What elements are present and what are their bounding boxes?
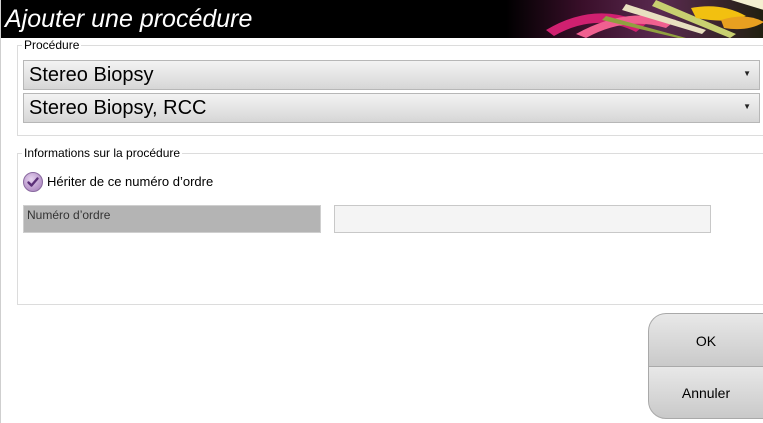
ok-button[interactable]: OK (648, 313, 763, 367)
title-bar: Ajouter une procédure (1, 0, 763, 38)
cancel-button[interactable]: Annuler (648, 366, 763, 419)
accession-number-label-box: Numéro d’ordre (23, 205, 321, 233)
view-dropdown-value: Stereo Biopsy, RCC (29, 97, 207, 119)
dropdown-arrow-icon: ▼ (743, 69, 751, 78)
accession-number-label: Numéro d’ordre (27, 208, 111, 222)
accession-number-input[interactable] (334, 205, 711, 233)
flower-banner-image (506, 0, 763, 38)
procedure-group-legend: Procédure (24, 38, 80, 52)
dropdown-arrow-icon: ▼ (743, 102, 751, 111)
procedure-info-legend: Informations sur la procédure (24, 146, 181, 160)
procedure-dropdown[interactable]: Stereo Biopsy ▼ (23, 60, 760, 90)
procedure-dropdown-value: Stereo Biopsy (29, 64, 154, 86)
dialog-title: Ajouter une procédure (5, 5, 253, 33)
inherit-accession-label: Hériter de ce numéro d’ordre (47, 174, 214, 189)
checkmark-icon (23, 172, 43, 192)
view-dropdown[interactable]: Stereo Biopsy, RCC ▼ (23, 93, 760, 123)
add-procedure-dialog: Ajouter une procédure Procédure Stereo B… (0, 0, 763, 423)
